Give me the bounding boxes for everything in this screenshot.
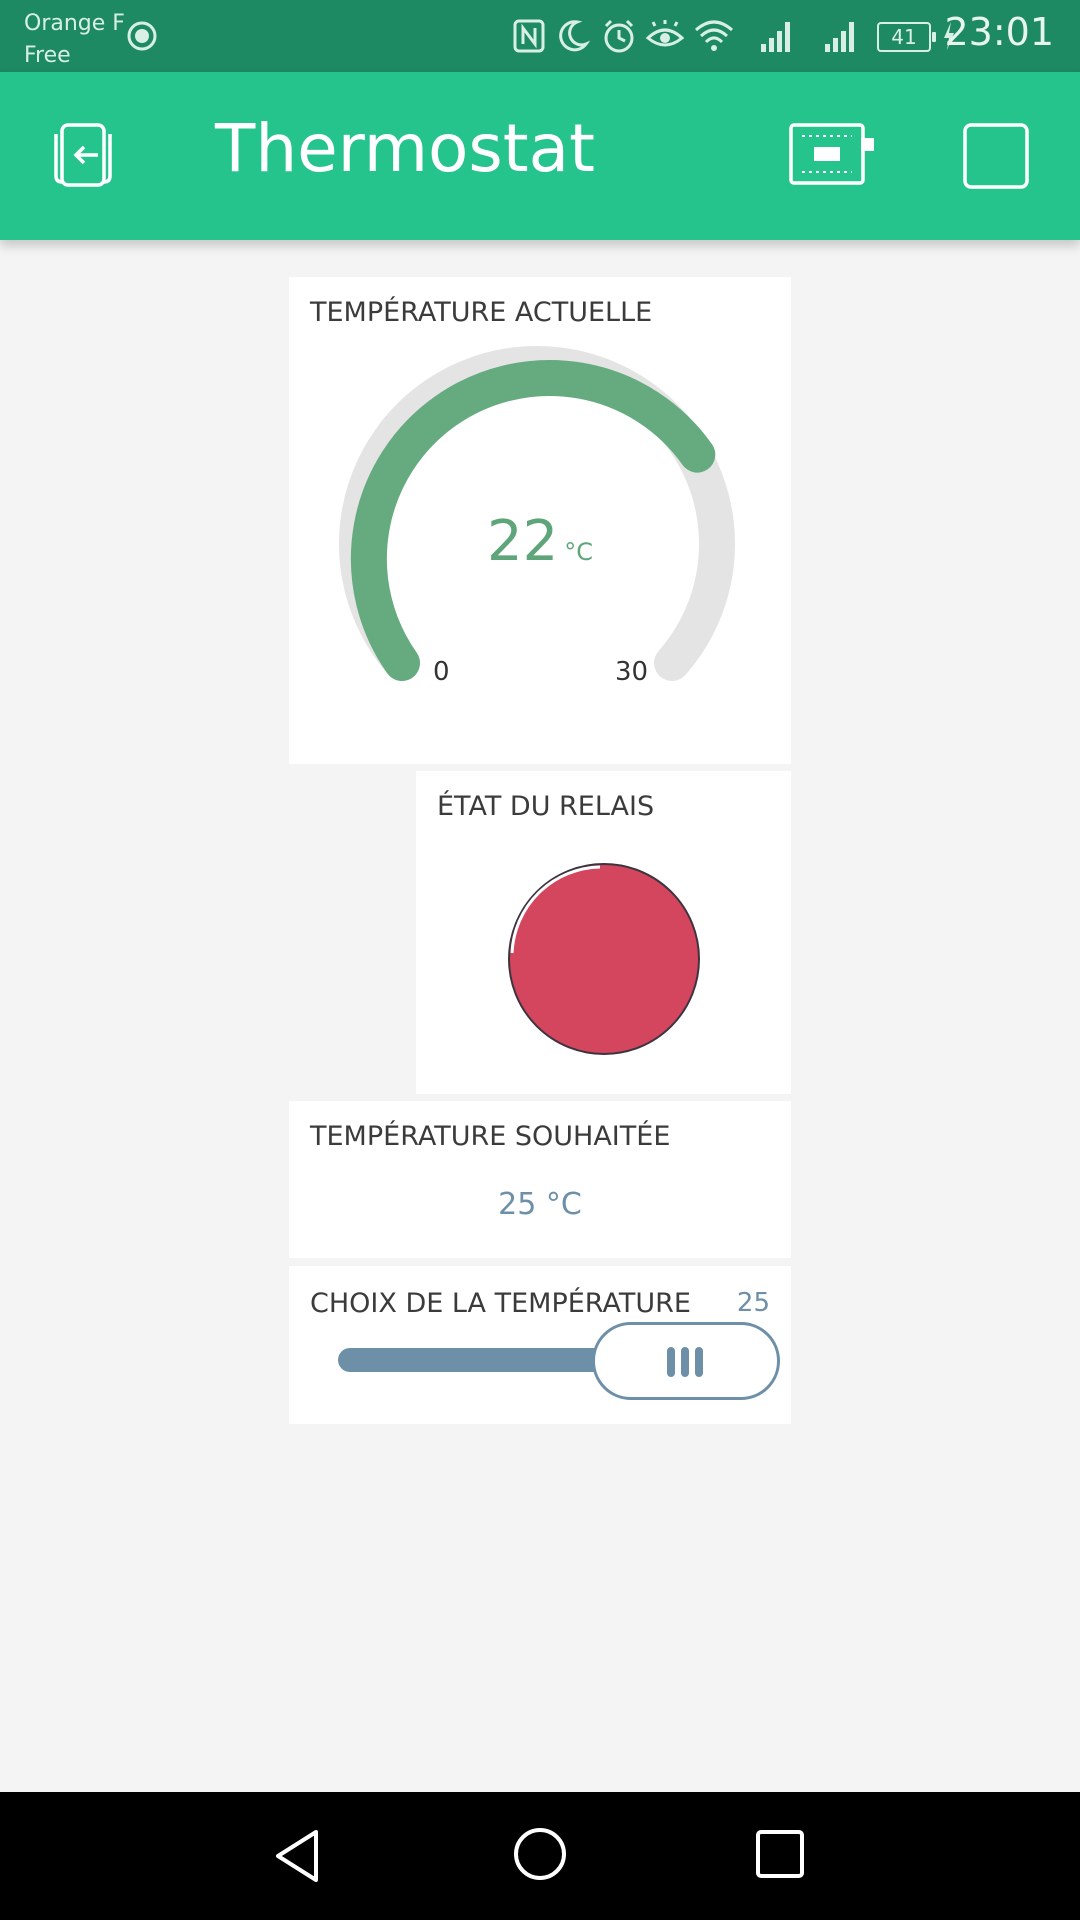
nfc-icon: [513, 19, 545, 53]
app-bar: Thermostat: [0, 72, 1080, 240]
gauge-value: 22: [486, 509, 559, 574]
app-title: Thermostat: [215, 110, 595, 187]
wifi-icon: [695, 20, 733, 51]
hotspot-icon: [127, 21, 157, 51]
gauge-reading: 22 °C: [289, 509, 791, 574]
status-bar: Orange F Free 41 23:01: [0, 0, 1080, 72]
gauge-unit: °C: [564, 538, 594, 566]
slider-label: CHOIX DE LA TEMPÉRATURE: [310, 1288, 691, 1319]
led-label: ÉTAT DU RELAIS: [437, 791, 655, 822]
exit-icon[interactable]: [48, 122, 120, 188]
carrier-info: Orange F Free: [24, 8, 125, 72]
desired-label: TEMPÉRATURE SOUHAITÉE: [310, 1121, 671, 1152]
slider-thumb[interactable]: [592, 1322, 780, 1400]
slider-value: 25: [736, 1288, 770, 1318]
recents-icon[interactable]: [754, 1828, 806, 1880]
grip-line: [681, 1347, 689, 1377]
signal-icon: [761, 22, 790, 52]
relay-led: [508, 863, 700, 1055]
back-icon[interactable]: [270, 1828, 326, 1884]
carrier-name: Orange F: [24, 11, 125, 36]
alarm-icon: [604, 19, 634, 53]
gauge-min-label: 0: [433, 657, 450, 687]
grip-line: [695, 1347, 703, 1377]
navigation-bar: [0, 1792, 1080, 1920]
stop-icon[interactable]: [962, 122, 1030, 190]
home-icon[interactable]: [512, 1826, 568, 1882]
clock: 23:01: [944, 10, 1054, 54]
grip-line: [667, 1347, 675, 1377]
gauge-widget[interactable]: TEMPÉRATURE ACTUELLE 22 °C 0 30: [289, 277, 791, 764]
slider-widget[interactable]: CHOIX DE LA TEMPÉRATURE 25: [289, 1266, 791, 1424]
battery-icon: 41: [877, 22, 936, 52]
moon-icon: [559, 20, 591, 52]
eye-icon: [645, 20, 685, 47]
gauge-max-label: 30: [615, 657, 649, 687]
led-widget[interactable]: ÉTAT DU RELAIS: [416, 771, 791, 1094]
carrier-secondary: Free: [24, 43, 71, 68]
device-icon[interactable]: [788, 122, 878, 186]
signal-icon: [825, 22, 854, 52]
desired-value: 25 °C: [498, 1187, 582, 1222]
desired-temp-widget[interactable]: TEMPÉRATURE SOUHAITÉE 25 °C: [289, 1101, 791, 1258]
